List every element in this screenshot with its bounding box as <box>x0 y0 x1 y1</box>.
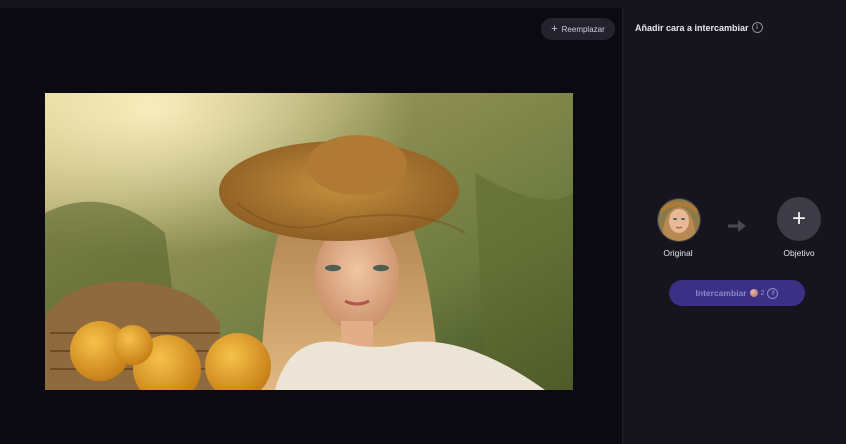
swap-panel: Añadir cara a intercambiar i + Original … <box>622 8 846 444</box>
plus-icon: + <box>551 22 558 35</box>
target-label: Objetivo <box>783 248 815 258</box>
help-icon[interactable]: ? <box>767 287 779 299</box>
plus-icon: + <box>791 205 806 232</box>
panel-title: Añadir cara a intercambiar i <box>635 22 763 33</box>
swap-button[interactable]: Intercambiar 2 ? <box>669 280 805 306</box>
info-icon[interactable]: i <box>751 22 763 33</box>
uploaded-photo <box>45 93 573 390</box>
credit-count: 2 <box>760 289 765 297</box>
arrow-right-icon <box>728 220 746 232</box>
add-target-face-button[interactable]: + <box>777 197 821 241</box>
credit-coin-icon <box>749 289 758 297</box>
swap-button-label: Intercambiar <box>695 288 747 298</box>
top-bar <box>0 0 846 8</box>
original-label: Original <box>663 248 693 258</box>
replace-button-label: Reemplazar <box>561 24 605 34</box>
replace-button[interactable]: + Reemplazar <box>541 18 615 40</box>
panel-title-text: Añadir cara a intercambiar <box>635 22 749 33</box>
original-face-thumbnail[interactable] <box>657 198 701 242</box>
